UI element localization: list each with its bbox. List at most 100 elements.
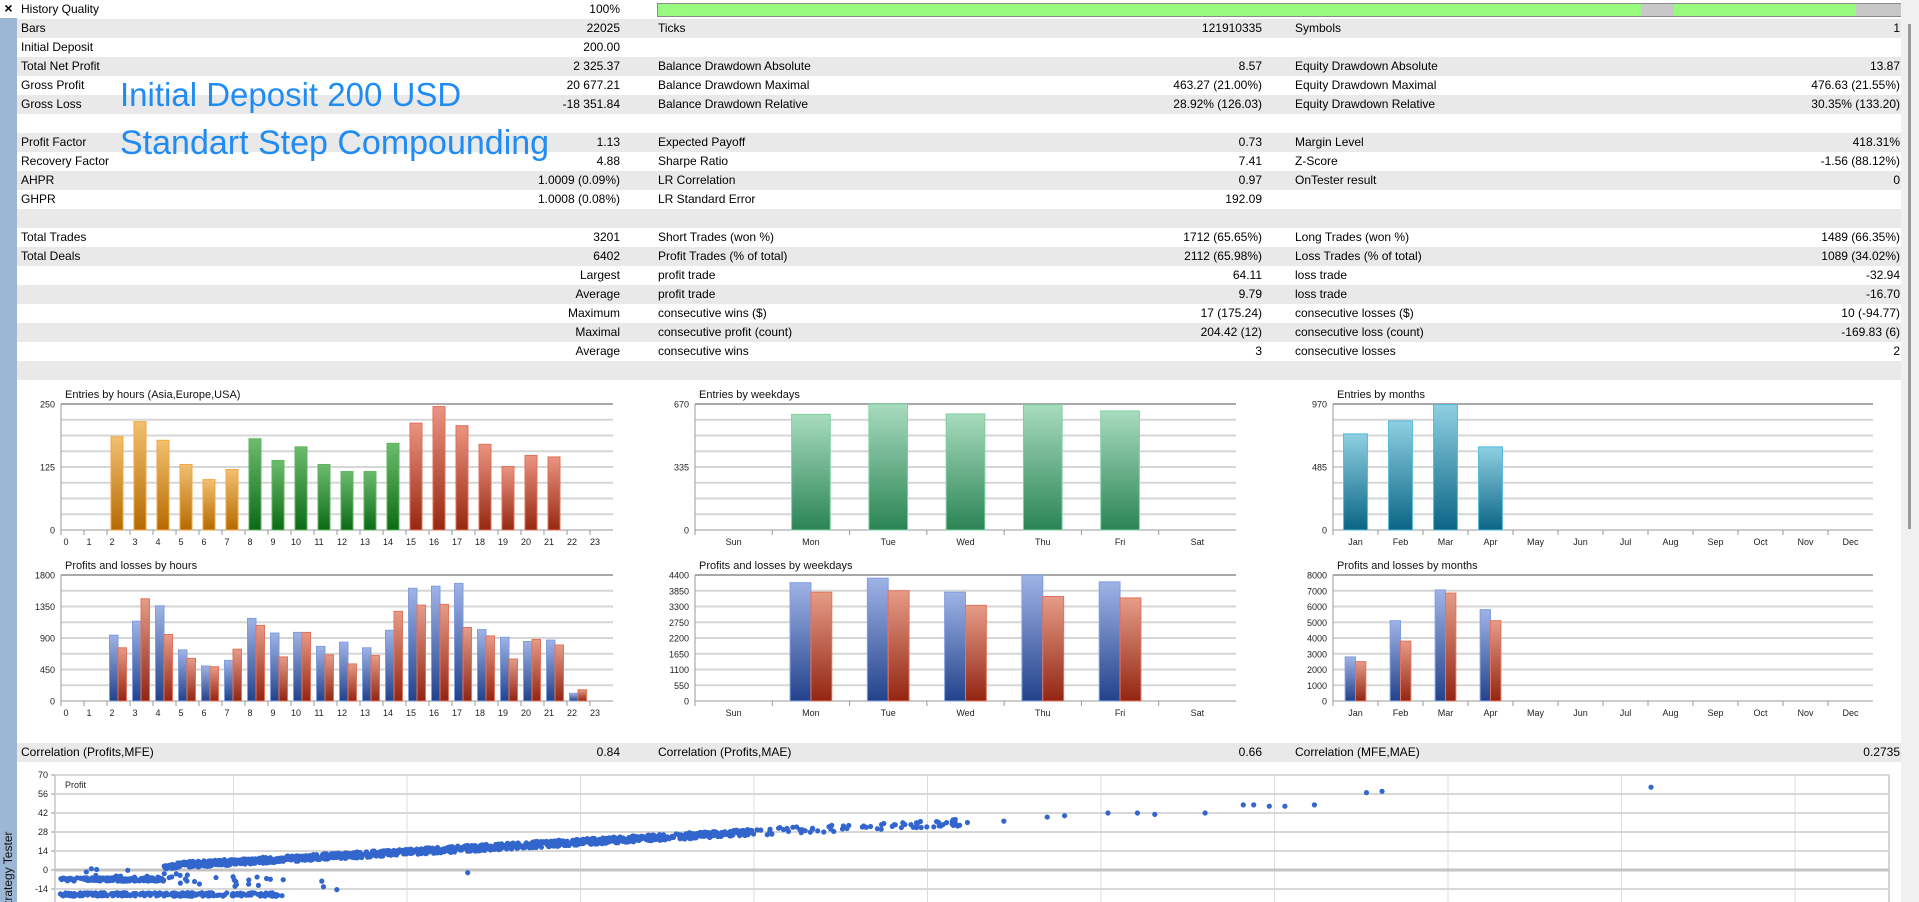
scatter-point	[279, 893, 285, 899]
x-tick-label: Thu	[1035, 537, 1051, 547]
x-tick-label: 20	[521, 537, 531, 547]
loss-bar-16	[439, 603, 449, 702]
scatter-point	[867, 823, 874, 830]
x-tick-label: 22	[567, 708, 577, 718]
scatter-point	[670, 834, 676, 840]
scatter-point	[878, 826, 884, 832]
y-tick-label: 1650	[669, 649, 689, 659]
scatter-point	[272, 892, 278, 898]
profit-bar-Thu	[1021, 574, 1044, 702]
bar-12	[340, 471, 354, 531]
y-tick-label: 1000	[1307, 681, 1327, 691]
y-tick-label: 3850	[669, 586, 689, 596]
charts-canvas: Entries by hours (Asia,Europe,USA)012525…	[35, 389, 1890, 902]
x-tick-label: Sep	[1707, 537, 1723, 547]
scatter-point	[943, 820, 950, 826]
scatter-point	[240, 891, 247, 897]
scatter-point	[520, 844, 526, 850]
vertical-scrollbar[interactable]	[1901, 0, 1919, 902]
x-tick-label: Sat	[1191, 537, 1205, 547]
y-tick-label: 0	[684, 526, 689, 536]
scatter-point	[164, 890, 170, 896]
scatter-point	[384, 848, 390, 855]
scatter-point	[93, 872, 99, 878]
x-tick-label: 23	[590, 708, 600, 718]
profit-bar-11	[316, 645, 326, 702]
x-tick-label: Sun	[726, 537, 742, 547]
loss-bar-17	[462, 627, 472, 702]
loss-bar-8	[255, 624, 265, 702]
scatter-point	[117, 873, 124, 879]
x-tick-label: Jan	[1348, 708, 1363, 718]
scatter-point	[1202, 810, 1208, 816]
scatter-point	[125, 867, 131, 873]
profit-bar-Tue	[866, 577, 889, 702]
profit-bar-6	[201, 665, 211, 702]
bar-8	[248, 438, 262, 531]
loss-bar-Wed	[965, 604, 987, 702]
x-tick-label: Wed	[956, 708, 974, 718]
scatter-point	[254, 874, 260, 880]
scatter-point	[596, 836, 603, 842]
scatter-point	[538, 838, 544, 845]
bar-13	[363, 471, 377, 531]
y-tick-label: 335	[674, 463, 689, 473]
scrollbar-thumb[interactable]	[1908, 24, 1911, 529]
bar-5	[179, 463, 193, 531]
x-tick-label: 4	[155, 708, 160, 718]
scatter-point	[716, 833, 722, 839]
bar-Feb	[1388, 420, 1413, 531]
x-tick-label: Apr	[1483, 537, 1497, 547]
x-tick-label: 7	[224, 708, 229, 718]
profit-bar-7	[224, 659, 234, 702]
y-tick-label: 28	[38, 827, 48, 837]
scatter-point	[266, 859, 273, 865]
loss-bar-Mar	[1445, 592, 1457, 702]
scatter-point	[59, 876, 65, 883]
scatter-point	[84, 890, 91, 896]
loss-bar-11	[324, 654, 334, 702]
scatter-point	[831, 828, 837, 835]
scatter-point	[790, 824, 796, 830]
x-tick-label: 6	[201, 537, 206, 547]
x-tick-label: 19	[498, 708, 508, 718]
bar-20	[524, 454, 538, 531]
profit-bar-5	[178, 649, 188, 702]
loss-bar-3	[140, 598, 150, 702]
y-tick-label: 1800	[35, 571, 55, 581]
profit-bar-14	[385, 629, 395, 702]
y-tick-label: 7000	[1307, 586, 1327, 596]
x-tick-label: Fri	[1115, 537, 1126, 547]
scatter-point	[404, 848, 411, 854]
bar-7	[225, 469, 239, 531]
scatter-point	[600, 840, 606, 847]
x-tick-label: 9	[270, 708, 275, 718]
loss-bar-15	[416, 604, 426, 702]
scatter-point	[144, 873, 150, 879]
chart-title: Entries by weekdays	[699, 389, 800, 401]
profit-bar-9	[270, 632, 280, 702]
x-tick-label: 6	[201, 708, 206, 718]
y-tick-label: 0	[50, 697, 55, 707]
x-tick-label: 12	[337, 537, 347, 547]
scatter-point	[288, 857, 294, 863]
scatter-point	[775, 825, 782, 831]
scatter-point	[1266, 803, 1272, 809]
scatter-point	[1648, 784, 1654, 790]
bar-chart-0: Entries by hours (Asia,Europe,USA)012525…	[40, 389, 613, 547]
bar-chart-3: Profits and losses by weekdays 0 550 1100 16…	[669, 560, 1236, 718]
x-tick-label: Jun	[1573, 537, 1588, 547]
chart-title: Profits and losses by months	[1337, 560, 1478, 572]
bar-chart-1: Profits and losses by hours0450900135018…	[35, 560, 613, 718]
scatter-point	[313, 851, 320, 858]
scatter-point	[196, 881, 203, 887]
x-tick-label: 5	[178, 537, 183, 547]
scatter-point	[589, 839, 595, 845]
chart-title: Profits and losses by hours	[65, 560, 198, 572]
scatter-point	[354, 853, 360, 859]
loss-bar-4	[163, 634, 173, 702]
x-tick-label: Oct	[1753, 708, 1768, 718]
loss-bar-19	[508, 658, 518, 702]
scatter-point	[523, 840, 529, 846]
profit-bar-20	[523, 641, 533, 702]
